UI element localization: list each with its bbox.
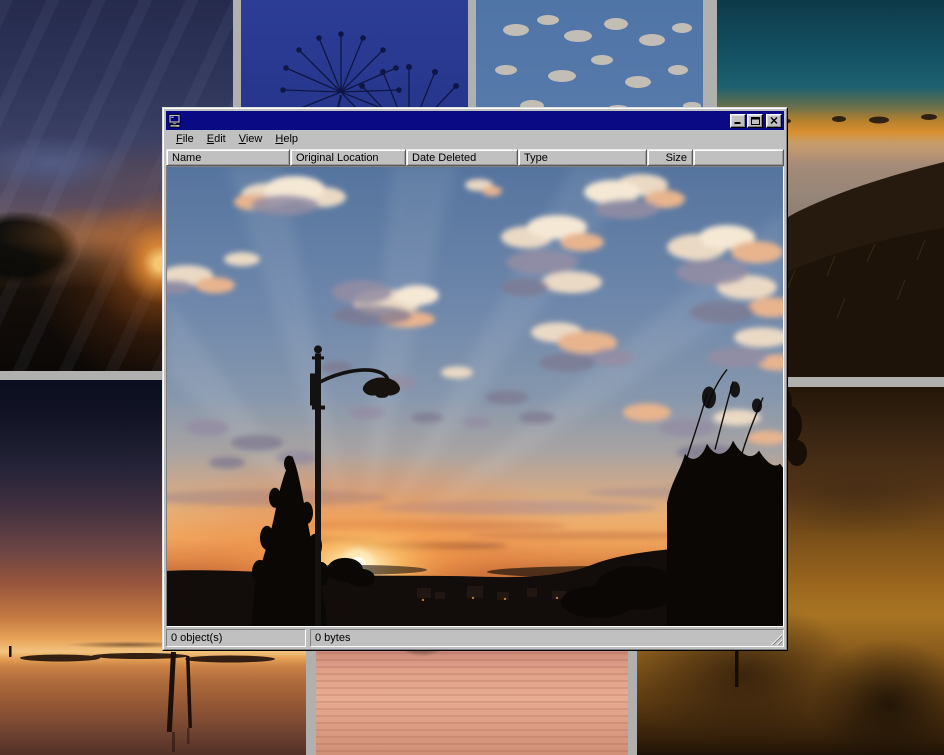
minimize-icon <box>734 117 742 124</box>
column-header-original-location[interactable]: Original Location <box>290 149 406 166</box>
close-icon <box>770 117 778 124</box>
recycle-bin-window: File Edit View Help Name Original Locati… <box>162 107 788 651</box>
maximize-button[interactable] <box>747 114 763 128</box>
column-header-filler[interactable] <box>693 149 784 166</box>
minimize-button[interactable] <box>730 114 746 128</box>
window-icon <box>168 114 183 128</box>
column-header-type[interactable]: Type <box>518 149 647 166</box>
menu-item-help[interactable]: Help <box>269 131 305 147</box>
status-bar: 0 object(s) 0 bytes <box>166 627 784 647</box>
list-content-area[interactable] <box>166 166 784 627</box>
column-header-size[interactable]: Size <box>647 149 693 166</box>
menu-item-edit[interactable]: Edit <box>201 131 233 147</box>
column-headers: Name Original Location Date Deleted Type… <box>166 149 784 166</box>
desktop: File Edit View Help Name Original Locati… <box>0 0 944 755</box>
maximize-icon <box>751 117 760 125</box>
sunset-photo <box>167 167 783 626</box>
window-frame: File Edit View Help Name Original Locati… <box>163 108 787 650</box>
menu-item-view[interactable]: View <box>233 131 270 147</box>
status-bytes-panel: 0 bytes <box>310 629 784 647</box>
column-header-name[interactable]: Name <box>166 149 290 166</box>
window-titlebar[interactable] <box>166 111 784 130</box>
close-button[interactable] <box>766 114 782 128</box>
menu-item-file[interactable]: File <box>170 131 201 147</box>
status-objects-panel: 0 object(s) <box>166 629 306 647</box>
menu-bar: File Edit View Help <box>166 130 784 149</box>
column-header-date-deleted[interactable]: Date Deleted <box>406 149 518 166</box>
